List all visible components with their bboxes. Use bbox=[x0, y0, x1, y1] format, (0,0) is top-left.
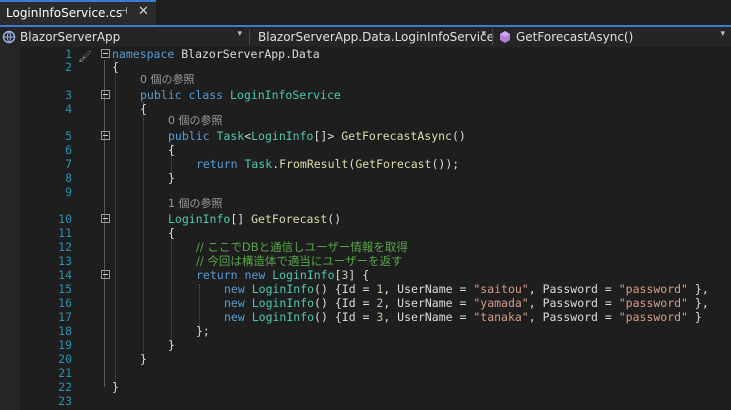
line-number: 23 bbox=[58, 394, 72, 408]
line-number: 5 bbox=[65, 129, 72, 143]
line-number: 12 bbox=[58, 240, 72, 254]
code-text: namespace BlazorServerApp.Data bbox=[112, 47, 320, 61]
collapse-icon[interactable] bbox=[101, 214, 110, 223]
code-line: 14 return new LoginInfo[3] { bbox=[0, 268, 731, 282]
code-line: 11 { bbox=[0, 226, 731, 240]
collapse-icon[interactable] bbox=[101, 49, 110, 58]
code-line: 6 { bbox=[0, 143, 731, 157]
code-editor[interactable]: 1 🖌 namespace BlazorServerApp.Data 2 { 0… bbox=[0, 47, 731, 410]
code-line: 22 } bbox=[0, 380, 731, 394]
code-line: 19 } bbox=[0, 338, 731, 352]
code-text: new LoginInfo() {Id = 1, UserName = "sai… bbox=[224, 282, 709, 296]
chevron-down-icon: ▾ bbox=[720, 29, 725, 39]
code-line: 13 // 今回は構造体で適当にユーザーを返す bbox=[0, 254, 731, 268]
member-dropdown[interactable]: GetForecastAsync() ▾ bbox=[498, 28, 729, 46]
code-line: 12 // ここでDBと通信しユーザー情報を取得 bbox=[0, 240, 731, 254]
line-number: 10 bbox=[58, 212, 72, 226]
project-icon bbox=[2, 30, 16, 44]
document-tab[interactable]: LoginInfoService.cs ⊣ ✕ bbox=[0, 0, 156, 25]
document-tab-bar: LoginInfoService.cs ⊣ ✕ bbox=[0, 0, 731, 25]
code-line: 17 new LoginInfo() {Id = 3, UserName = "… bbox=[0, 310, 731, 324]
line-number: 20 bbox=[58, 352, 72, 366]
line-number: 2 bbox=[65, 60, 72, 74]
line-number: 4 bbox=[65, 102, 72, 116]
line-number: 17 bbox=[58, 310, 72, 324]
line-number: 13 bbox=[58, 254, 72, 268]
line-number: 6 bbox=[65, 143, 72, 157]
code-text: new LoginInfo() {Id = 2, UserName = "yam… bbox=[224, 296, 709, 310]
line-number: 15 bbox=[58, 282, 72, 296]
line-number: 21 bbox=[58, 366, 72, 380]
code-text: }; bbox=[196, 324, 210, 338]
code-line: 8 } bbox=[0, 171, 731, 185]
references-codelens[interactable]: 0 個の参照 bbox=[168, 114, 223, 128]
code-text: } bbox=[168, 171, 175, 185]
method-icon bbox=[500, 31, 510, 43]
line-number: 7 bbox=[65, 157, 72, 171]
code-comment: // ここでDBと通信しユーザー情報を取得 bbox=[196, 240, 408, 254]
code-text: { bbox=[168, 226, 175, 240]
code-line: 4 { bbox=[0, 102, 731, 116]
line-number: 11 bbox=[58, 226, 72, 240]
class-dropdown-label: BlazorServerApp.Data.LoginInfoService bbox=[258, 30, 495, 44]
code-line: 16 new LoginInfo() {Id = 2, UserName = "… bbox=[0, 296, 731, 310]
code-line: 5 public Task<LoginInfo[]> GetForecastAs… bbox=[0, 129, 731, 143]
code-text: public Task<LoginInfo[]> GetForecastAsyn… bbox=[168, 129, 466, 143]
line-number: 14 bbox=[58, 268, 72, 282]
code-line: 3 public class LoginInfoService bbox=[0, 88, 731, 102]
tab-title: LoginInfoService.cs bbox=[6, 6, 123, 20]
class-dropdown[interactable]: BlazorServerApp.Data.LoginInfoService ▾ bbox=[254, 28, 494, 46]
line-number: 1 bbox=[65, 47, 72, 61]
code-text: } bbox=[140, 352, 147, 366]
code-line: 10 LoginInfo[] GetForecast() bbox=[0, 212, 731, 226]
chevron-down-icon: ▾ bbox=[237, 29, 242, 39]
code-text: } bbox=[168, 338, 175, 352]
line-number: 22 bbox=[58, 380, 72, 394]
line-number: 8 bbox=[65, 171, 72, 185]
code-line: 21 bbox=[0, 366, 731, 380]
code-text: new LoginInfo() {Id = 3, UserName = "tan… bbox=[224, 310, 702, 324]
code-text: public class LoginInfoService bbox=[140, 88, 341, 102]
line-number: 19 bbox=[58, 338, 72, 352]
project-dropdown-label: BlazorServerApp bbox=[20, 30, 121, 44]
code-text: return new LoginInfo[3] { bbox=[196, 268, 370, 282]
code-text: } bbox=[112, 380, 119, 394]
code-text: { bbox=[168, 143, 175, 157]
references-codelens[interactable]: 1 個の参照 bbox=[168, 197, 223, 211]
code-text: { bbox=[112, 60, 119, 74]
member-dropdown-label: GetForecastAsync() bbox=[516, 30, 634, 44]
code-line: 18 }; bbox=[0, 324, 731, 338]
nav-divider bbox=[492, 29, 493, 45]
code-text: LoginInfo[] GetForecast() bbox=[168, 212, 342, 226]
code-comment: // 今回は構造体で適当にユーザーを返す bbox=[196, 254, 403, 268]
navigation-bar: BlazorServerApp ▾ BlazorServerApp.Data.L… bbox=[0, 27, 731, 48]
collapse-icon[interactable] bbox=[101, 131, 110, 140]
code-line: 1 🖌 namespace BlazorServerApp.Data bbox=[0, 47, 731, 63]
line-number: 3 bbox=[65, 88, 72, 102]
collapse-icon[interactable] bbox=[101, 90, 110, 99]
collapse-icon[interactable] bbox=[101, 270, 110, 279]
references-codelens[interactable]: 0 個の参照 bbox=[140, 73, 195, 87]
code-line: 15 new LoginInfo() {Id = 1, UserName = "… bbox=[0, 282, 731, 296]
project-dropdown[interactable]: BlazorServerApp ▾ bbox=[2, 28, 246, 46]
close-icon[interactable]: ✕ bbox=[138, 4, 149, 19]
nav-divider bbox=[249, 29, 250, 45]
code-line: 9 bbox=[0, 185, 731, 199]
code-line: 20 } bbox=[0, 352, 731, 366]
code-text: { bbox=[140, 102, 147, 116]
code-line: 7 return Task.FromResult(GetForecast()); bbox=[0, 157, 731, 171]
line-number: 9 bbox=[65, 185, 72, 199]
pin-icon[interactable]: ⊣ bbox=[119, 6, 128, 17]
code-line: 2 { bbox=[0, 60, 731, 74]
line-number: 18 bbox=[58, 324, 72, 338]
line-number: 16 bbox=[58, 296, 72, 310]
code-text: return Task.FromResult(GetForecast()); bbox=[196, 157, 460, 171]
chevron-down-icon: ▾ bbox=[481, 29, 486, 39]
code-line: 23 bbox=[0, 394, 731, 408]
